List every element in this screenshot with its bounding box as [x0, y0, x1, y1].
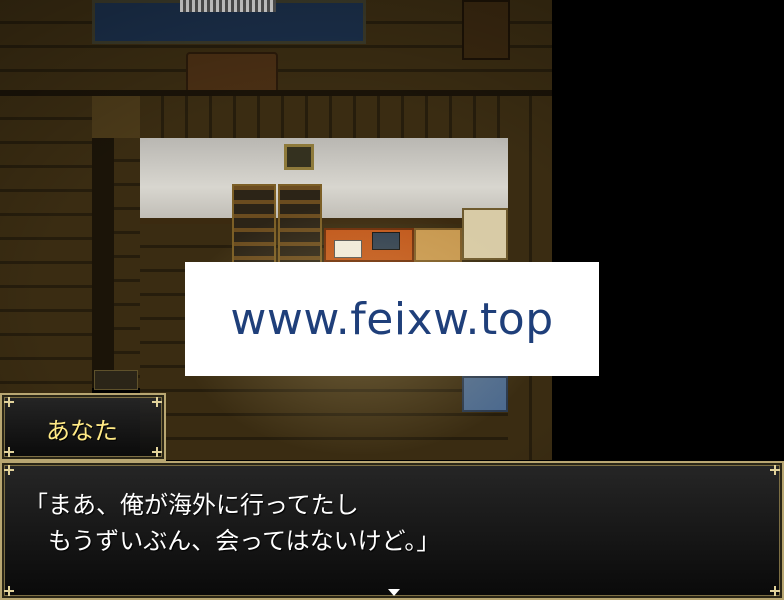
message-line-2: もうずいぶん、会ってはないけど。」 [24, 527, 441, 555]
ornament-icon [4, 397, 14, 407]
floor-rug [414, 228, 462, 262]
ornament-icon [4, 447, 14, 457]
ornament-icon [770, 586, 780, 596]
ornament-icon [152, 397, 162, 407]
down-triangle-icon[interactable] [388, 589, 400, 596]
message-window[interactable]: 「まあ、俺が海外に行ってたし もうずいぶん、会ってはないけど。」 [0, 461, 784, 600]
rug-fringe [180, 0, 276, 12]
left-corridor-floor [0, 96, 92, 396]
void [552, 0, 784, 461]
bookshelf-right [278, 184, 322, 264]
small-sign [94, 370, 138, 390]
watermark-banner: www.feixw.top [185, 262, 599, 376]
room-white-wall [140, 138, 508, 220]
bed [462, 376, 508, 412]
cabinet [462, 0, 510, 60]
picture-frame [284, 144, 314, 170]
corridor-floor-2 [114, 138, 140, 388]
corridor-shadow [92, 138, 114, 388]
game-scene: www.feixw.top あなた 「まあ、俺が海外に行ってたし もうずいぶん、… [0, 0, 784, 600]
room-upper-wall [140, 96, 508, 138]
ornament-icon [770, 465, 780, 475]
notice-board [462, 208, 508, 260]
laptop [372, 232, 400, 250]
watermark-text: www.feixw.top [230, 293, 554, 345]
speaker-name: あなた [46, 417, 118, 445]
ornament-icon [4, 586, 14, 596]
ornament-icon [152, 447, 162, 457]
corridor-wall [92, 96, 140, 138]
bookshelf-left [232, 184, 276, 264]
ornament-icon [4, 465, 14, 475]
open-book [334, 240, 362, 258]
speaker-name-window: あなた [0, 393, 166, 461]
message-line-1: 「まあ、俺が海外に行ってたし [24, 491, 359, 519]
